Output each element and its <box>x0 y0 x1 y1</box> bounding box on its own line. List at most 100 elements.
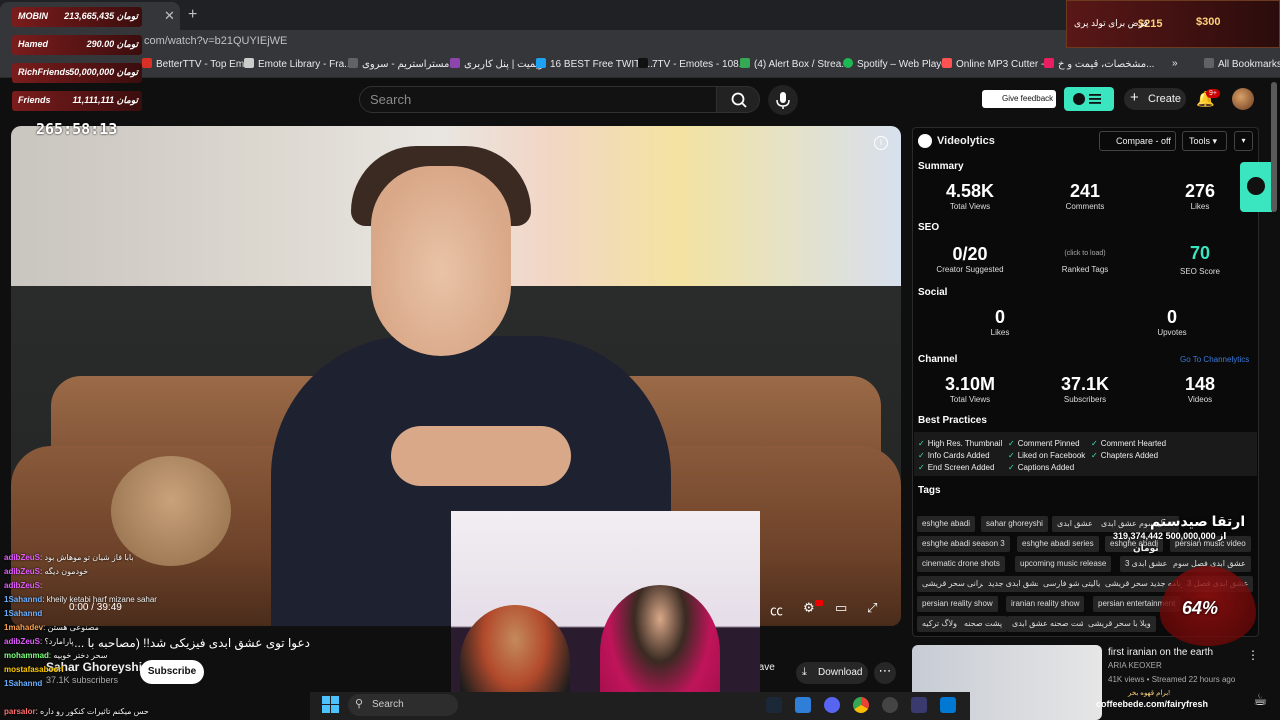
chrome-icon[interactable] <box>853 697 869 713</box>
avatar[interactable] <box>1232 88 1254 110</box>
channel-views-value: 3.10M <box>944 374 996 394</box>
tag-chip[interactable]: ایرانی سحر قریشی <box>917 576 992 592</box>
tag-chip[interactable]: ویلا با سحر قریشی <box>1083 616 1156 632</box>
tag-chip[interactable]: persian reality show <box>917 596 998 612</box>
obs-icon[interactable] <box>882 697 898 713</box>
bookmark-item[interactable]: ریمیت | پنل کاربری <box>450 58 543 70</box>
leaderboard-row: Hamed 290.00 تومان <box>12 35 142 55</box>
bookmark-item[interactable]: 7TV - Emotes - 108... <box>638 58 747 70</box>
best-practices-heading: Best Practices <box>918 415 987 426</box>
chat-message: 1mahadev: مصنوعی هستن <box>4 623 99 632</box>
tag-chip[interactable]: عشق ابدی 3 <box>1120 556 1173 572</box>
bookmark-item[interactable]: مستراستریم - سروی... <box>348 58 458 70</box>
tag-chip[interactable]: eshghe abadi <box>917 516 976 532</box>
bookmark-item[interactable]: Emote Library - Fra... <box>244 58 352 70</box>
info-icon[interactable]: i <box>874 136 888 150</box>
fullscreen-icon[interactable]: ⤢ <box>867 600 877 616</box>
taskbar-search[interactable]: Search <box>348 694 458 716</box>
social-upvotes-label: Upvotes <box>1157 328 1187 337</box>
summary-views-label: Total Views <box>949 202 991 211</box>
tag-chip[interactable]: عشق ابدی جدید <box>983 576 1047 592</box>
summary-views-value: 4.58K <box>945 181 995 201</box>
tags-heading: Tags <box>918 485 941 496</box>
tag-chip[interactable]: upcoming music release <box>1015 556 1112 572</box>
bookmark-item[interactable]: مشخصات، قیمت و خ... <box>1044 58 1154 70</box>
best-practice-item: ✓ Liked on Facebook <box>1008 451 1086 460</box>
page-scrollbar[interactable] <box>1271 82 1277 212</box>
videolytics-logo-icon <box>918 134 932 148</box>
summary-heading: Summary <box>918 161 964 172</box>
channelytics-link[interactable]: Go To Channelytics <box>1180 355 1249 364</box>
discord-icon[interactable] <box>824 697 840 713</box>
tag-chip[interactable]: cinematic drone shots <box>917 556 1005 572</box>
seo-creator-label: Creator Suggested <box>936 265 1004 274</box>
tools-dropdown[interactable]: Tools ▾ <box>1182 131 1227 151</box>
voice-search-button[interactable] <box>768 85 798 115</box>
chat-message: adibZeuS: <box>4 581 43 590</box>
create-label: Create <box>1148 93 1182 105</box>
channel-videos-label: Videos <box>1187 395 1213 404</box>
windows-start-icon[interactable] <box>322 696 340 714</box>
bookmark-item[interactable]: Spotify – Web Player <box>843 58 950 70</box>
videolytics-toggle-button[interactable] <box>1064 87 1114 111</box>
settings-gear-icon[interactable]: ⚙ <box>803 600 815 616</box>
channel-videos-value: 148 <box>1184 374 1216 394</box>
video-title: دعوا توی عشق ابدی فیزیکی شد!! (مصاحبه با… <box>74 636 310 650</box>
give-feedback-button[interactable]: Give feedback <box>982 90 1056 108</box>
mic-icon <box>776 92 790 109</box>
channel-views-label: Total Views <box>949 395 991 404</box>
best-practice-item: ✓ High Res. Thumbnail <box>918 439 1003 448</box>
steam-icon[interactable] <box>766 697 782 713</box>
all-bookmarks[interactable]: All Bookmarks <box>1204 58 1280 70</box>
more-actions-button[interactable]: ⋯ <box>874 662 896 684</box>
url-text[interactable]: com/watch?v=b21QUYIEjWE <box>144 35 287 47</box>
tag-chip[interactable]: iranian reality show <box>1006 596 1085 612</box>
new-tab-icon[interactable]: + <box>188 6 197 24</box>
app-icon[interactable] <box>795 697 811 713</box>
summary-likes-label: Likes <box>1190 202 1210 211</box>
miniplayer-icon[interactable]: ▭ <box>835 600 847 616</box>
subscribe-button[interactable]: Subscribe <box>140 660 204 684</box>
search-placeholder: Search <box>370 92 412 107</box>
plus-icon: + <box>1130 89 1139 106</box>
chat-message: adibZeuS: بابا فاز شیان تو موهاش بود <box>4 553 134 562</box>
ranked-tags-hint[interactable]: (click to load) <box>1040 250 1130 257</box>
chevron-down-icon[interactable]: ▾ <box>1234 131 1253 151</box>
kebab-menu-icon[interactable]: ⋮ <box>1247 648 1259 662</box>
tag-chip[interactable]: ریالیتی شو فارسی <box>1038 576 1110 592</box>
tag-chip[interactable]: پشت صحنه عشق ابدی <box>1007 616 1094 632</box>
chat-message: 1Sahannd <box>4 609 43 618</box>
stream-timer: 265:58:13 <box>36 120 118 138</box>
compare-toggle-button[interactable]: Compare - off <box>1099 131 1176 151</box>
bookmark-item[interactable]: (4) Alert Box / Strea... <box>740 58 850 70</box>
suggested-video-title[interactable]: first iranian on the earth <box>1108 647 1213 658</box>
captions-icon[interactable]: ㏄ <box>770 600 783 619</box>
tag-chip[interactable]: عشق ابدی <box>1052 516 1098 532</box>
social-likes-value: 0 <box>994 307 1005 327</box>
bookmarks-overflow-icon[interactable]: » <box>1172 58 1178 69</box>
suggested-video-channel[interactable]: ARIA KEOXER <box>1108 661 1162 670</box>
coffee-cup-icon: ☕ <box>1253 692 1268 709</box>
search-button[interactable] <box>716 86 760 113</box>
app-icon[interactable] <box>911 697 927 713</box>
menu-icon <box>1073 93 1101 105</box>
bookmark-item[interactable]: Online MP3 Cutter -... <box>942 58 1053 70</box>
channel-subs-value: 37.1K <box>1060 374 1110 394</box>
search-icon <box>731 92 747 108</box>
tag-chip[interactable]: sahar ghoreyshi <box>981 516 1048 532</box>
tag-chip[interactable]: ولاگ ترکیه <box>917 616 962 632</box>
leaderboard-row: Friends 11,111,111 تومان <box>12 91 142 111</box>
best-practice-item: ✓ End Screen Added <box>918 463 995 472</box>
sponsor-url: coffeebede.com/fairyfresh <box>1096 699 1209 709</box>
tag-chip[interactable]: eshghe abadi season 3 <box>917 536 1010 552</box>
bookmark-item[interactable]: BetterTTV - Top Em... <box>142 58 253 70</box>
chat-message: adibZeuS: پارامارد؟ <box>4 637 74 646</box>
tag-chip[interactable]: پشت صحنه <box>959 616 1008 632</box>
search-input[interactable] <box>359 86 717 113</box>
tag-chip[interactable]: eshghe abadi series <box>1017 536 1099 552</box>
vscode-icon[interactable] <box>940 697 956 713</box>
seo-creator-value: 0/20 <box>952 244 988 264</box>
tab-close-icon[interactable]: ✕ <box>164 8 175 24</box>
goal-percent: 64% <box>1182 598 1219 618</box>
summary-likes-value: 276 <box>1184 181 1216 201</box>
